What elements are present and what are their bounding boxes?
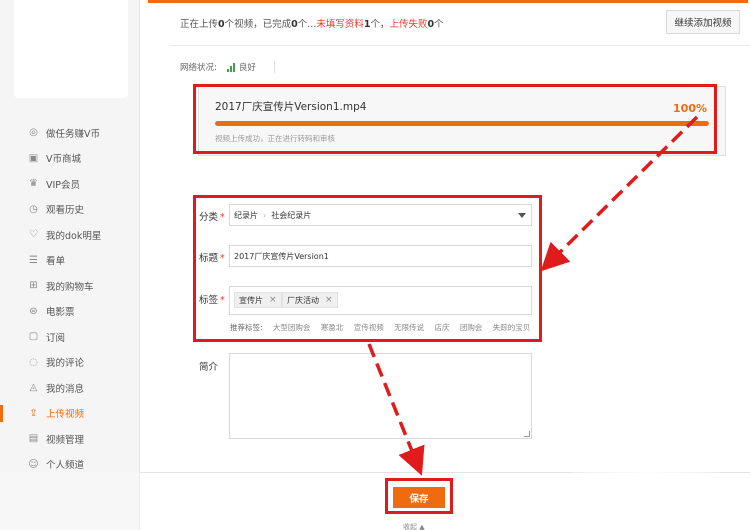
heart-icon: ♡ xyxy=(29,229,38,241)
sidebar-item[interactable]: ♡ 我的dok明星 xyxy=(0,222,140,248)
network-value: 良好 xyxy=(238,63,256,73)
list-icon: ☰ xyxy=(29,254,38,266)
recommended-tag[interactable]: 团购会 xyxy=(460,323,483,332)
sidebar-item-label: 做任务赚V币 xyxy=(46,128,100,140)
category-primary: 纪录片 xyxy=(234,210,258,220)
title-label: 标题 * xyxy=(199,253,225,264)
comment-icon: ◌ xyxy=(29,356,38,368)
sidebar-item-label: 视频管理 xyxy=(46,434,85,446)
intro-label: 简介 xyxy=(199,362,219,373)
upload-icon: ⇪ xyxy=(29,407,38,419)
category-select[interactable]: 纪录片 › 社会纪录片 xyxy=(229,204,532,226)
sidebar-item-label: 观看历史 xyxy=(46,205,85,217)
sidebar-item[interactable]: ◌ 我的评论 xyxy=(0,350,140,376)
close-icon[interactable]: × xyxy=(269,295,277,305)
sidebar-item-label: VIP会员 xyxy=(46,179,81,191)
sidebar-item[interactable]: ◎ 做任务赚V币 xyxy=(0,120,140,146)
progress-bar xyxy=(215,121,709,126)
sidebar-item-label: 订阅 xyxy=(46,332,66,344)
progress-percent: 100% xyxy=(673,102,707,115)
caret-down-icon xyxy=(518,213,526,218)
title-input[interactable] xyxy=(229,245,532,267)
sidebar-item-label: 我的购物车 xyxy=(46,281,94,293)
sidebar: ◎ 做任务赚V币 ▣ V币商城 ♛ VIP会员 ◷ 观看历史 ♡ 我的dok明星 ☰ 看单 ⊞ 我的购物车… xyxy=(0,0,140,472)
collapse-toggle[interactable]: 收起 ▲ xyxy=(403,522,425,530)
network-status: 网络状况: 良好 xyxy=(180,61,275,73)
sidebar-item[interactable]: ☰ 看单 xyxy=(0,248,140,274)
save-button[interactable]: 保存 xyxy=(393,487,445,508)
signal-bars-icon xyxy=(226,62,236,72)
chevron-right-icon: › xyxy=(263,210,267,220)
coin-task-icon: ◎ xyxy=(29,127,38,139)
upload-status-text: 正在上传0个视频，已完成0个...未填写资料1个，上传失败0个 xyxy=(180,19,444,30)
tags-label: 标签 * xyxy=(199,295,225,306)
sidebar-item-label: 我的消息 xyxy=(46,383,85,395)
recommended-tags: 推荐标签: 大型团购会 寒盈北 宣传视频 无限传说 店庆 团购会 失踪的宝贝 xyxy=(230,323,531,332)
video-manage-icon: ▤ xyxy=(28,433,39,445)
upload-progress-card: 2017厂庆宣传片Version1.mp4 100% 视频上传成功，正在进行转码… xyxy=(198,86,726,156)
close-icon[interactable]: × xyxy=(325,295,333,305)
upload-note: 视频上传成功，正在进行转码和审核 xyxy=(215,134,335,143)
person-icon: ☺ xyxy=(28,458,39,470)
recommended-tag[interactable]: 寒盈北 xyxy=(321,323,344,332)
film-ticket-icon: ⊜ xyxy=(29,305,38,317)
sidebar-item-label: 我的评论 xyxy=(46,358,85,370)
crown-icon: ♛ xyxy=(29,178,38,190)
network-label: 网络状况: xyxy=(180,63,217,73)
recommended-tag[interactable]: 店庆 xyxy=(434,323,449,332)
continue-add-video-button[interactable]: 继续添加视频 xyxy=(666,10,740,34)
sidebar-item[interactable]: ▤ 视频管理 xyxy=(0,426,140,452)
tags-input[interactable]: 宣传片 × 厂庆活动 × xyxy=(229,286,532,315)
sidebar-item[interactable]: ♛ VIP会员 xyxy=(0,171,140,197)
sidebar-item[interactable]: ⇪ 上传视频 xyxy=(0,401,140,427)
recommended-tag[interactable]: 宣传视频 xyxy=(354,323,384,332)
progress-bar-fill xyxy=(215,121,709,126)
intro-textarea[interactable] xyxy=(229,353,532,439)
recommended-tag[interactable]: 无限传说 xyxy=(394,323,424,332)
subscribe-icon: ▢ xyxy=(28,331,39,343)
sidebar-item[interactable]: ⊜ 电影票 xyxy=(0,299,140,325)
category-label: 分类 * xyxy=(199,212,225,223)
clock-icon: ◷ xyxy=(29,203,38,215)
sidebar-item-label: V币商城 xyxy=(46,154,81,166)
sidebar-item-label: 电影票 xyxy=(46,307,75,319)
tag-chip: 厂庆活动 × xyxy=(282,292,338,308)
missing-info-link[interactable]: 未填写资料 xyxy=(316,19,364,30)
top-accent-line xyxy=(148,0,748,3)
sidebar-item[interactable]: ⊞ 我的购物车 xyxy=(0,273,140,299)
recommended-tag[interactable]: 失踪的宝贝 xyxy=(493,323,531,332)
divider xyxy=(170,45,750,46)
file-name: 2017厂庆宣传片Version1.mp4 xyxy=(215,101,367,113)
tag-chip: 宣传片 × xyxy=(234,292,282,308)
failed-upload-link[interactable]: 上传失败 xyxy=(390,19,428,30)
sidebar-item[interactable]: ◬ 我的消息 xyxy=(0,375,140,401)
divider xyxy=(273,61,275,73)
sidebar-item-label: 我的dok明星 xyxy=(46,230,102,242)
sidebar-menu: ◎ 做任务赚V币 ▣ V币商城 ♛ VIP会员 ◷ 观看历史 ♡ 我的dok明星 ☰ 看单 ⊞ 我的购物车… xyxy=(0,120,140,477)
resize-grip-icon[interactable] xyxy=(524,431,530,437)
sidebar-item[interactable]: ▣ V币商城 xyxy=(0,146,140,172)
sidebar-footer xyxy=(0,472,140,530)
category-secondary: 社会纪录片 xyxy=(271,210,312,220)
sidebar-item-label: 个人频道 xyxy=(46,460,85,472)
sidebar-item-label: 上传视频 xyxy=(46,409,85,421)
bell-icon: ◬ xyxy=(29,382,38,394)
avatar-card xyxy=(14,0,128,98)
sidebar-item-label: 看单 xyxy=(46,256,66,268)
recommended-tag[interactable]: 大型团购会 xyxy=(273,323,311,332)
cart-icon: ⊞ xyxy=(29,280,38,292)
sidebar-item[interactable]: ▢ 订阅 xyxy=(0,324,140,350)
vcoin-mall-icon: ▣ xyxy=(28,152,39,164)
sidebar-item[interactable]: ◷ 观看历史 xyxy=(0,197,140,223)
